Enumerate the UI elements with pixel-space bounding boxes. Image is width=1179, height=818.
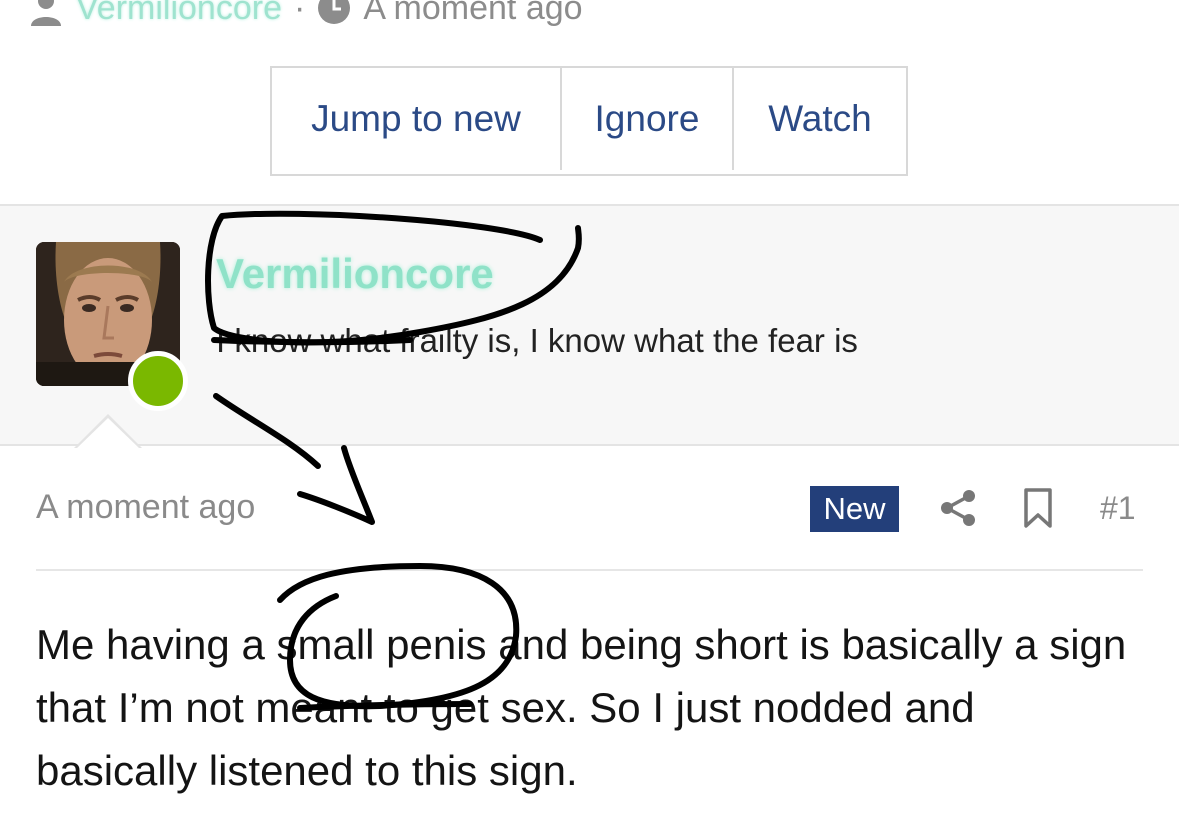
- meta-separator: ·: [293, 0, 306, 27]
- jump-to-new-button[interactable]: Jump to new: [272, 68, 562, 170]
- arrow-head-scribble: [297, 445, 375, 525]
- member-title: I know what frailty is, I know what the …: [216, 322, 858, 359]
- user-icon: [31, 0, 61, 26]
- thread-time: A moment ago: [363, 0, 583, 27]
- post-divider: [36, 569, 1143, 571]
- watch-button[interactable]: Watch: [734, 68, 906, 170]
- new-badge: New: [810, 486, 899, 532]
- post-number-link[interactable]: #1: [1100, 490, 1136, 527]
- post-time[interactable]: A moment ago: [36, 488, 255, 527]
- post-body-text: Me having a small penis and being short …: [36, 621, 1127, 794]
- thread-author-link[interactable]: Vermilioncore: [76, 0, 282, 28]
- bookmark-icon[interactable]: [1020, 487, 1056, 529]
- ignore-button[interactable]: Ignore: [562, 68, 734, 170]
- share-icon[interactable]: [938, 488, 978, 528]
- clock-icon: [318, 0, 351, 24]
- thread-action-buttons: Jump to new Ignore Watch: [270, 66, 908, 176]
- thread-meta: Vermilioncore · A moment ago: [28, 0, 583, 30]
- online-status-indicator: [128, 351, 188, 411]
- member-name-link[interactable]: Vermilioncore: [216, 250, 494, 298]
- speech-pointer-fill: [76, 418, 140, 449]
- forum-thread-page: Vermilioncore · A moment ago Jump to new…: [0, 0, 1179, 818]
